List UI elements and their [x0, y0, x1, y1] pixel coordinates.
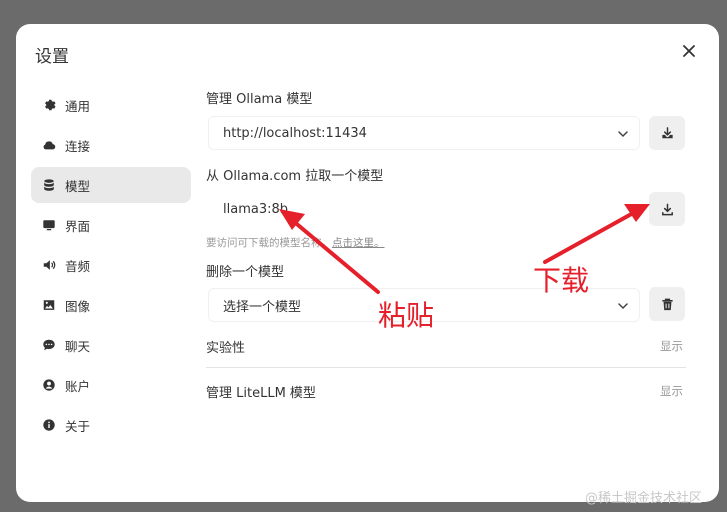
watermark: @稀土掘金技术社区	[585, 491, 703, 506]
annotation-arrows	[279, 204, 650, 294]
download-arrow	[543, 204, 650, 264]
paste-annotation: 粘贴	[378, 299, 435, 332]
download-annotation: 下载	[533, 264, 590, 297]
paste-arrow	[279, 209, 380, 294]
